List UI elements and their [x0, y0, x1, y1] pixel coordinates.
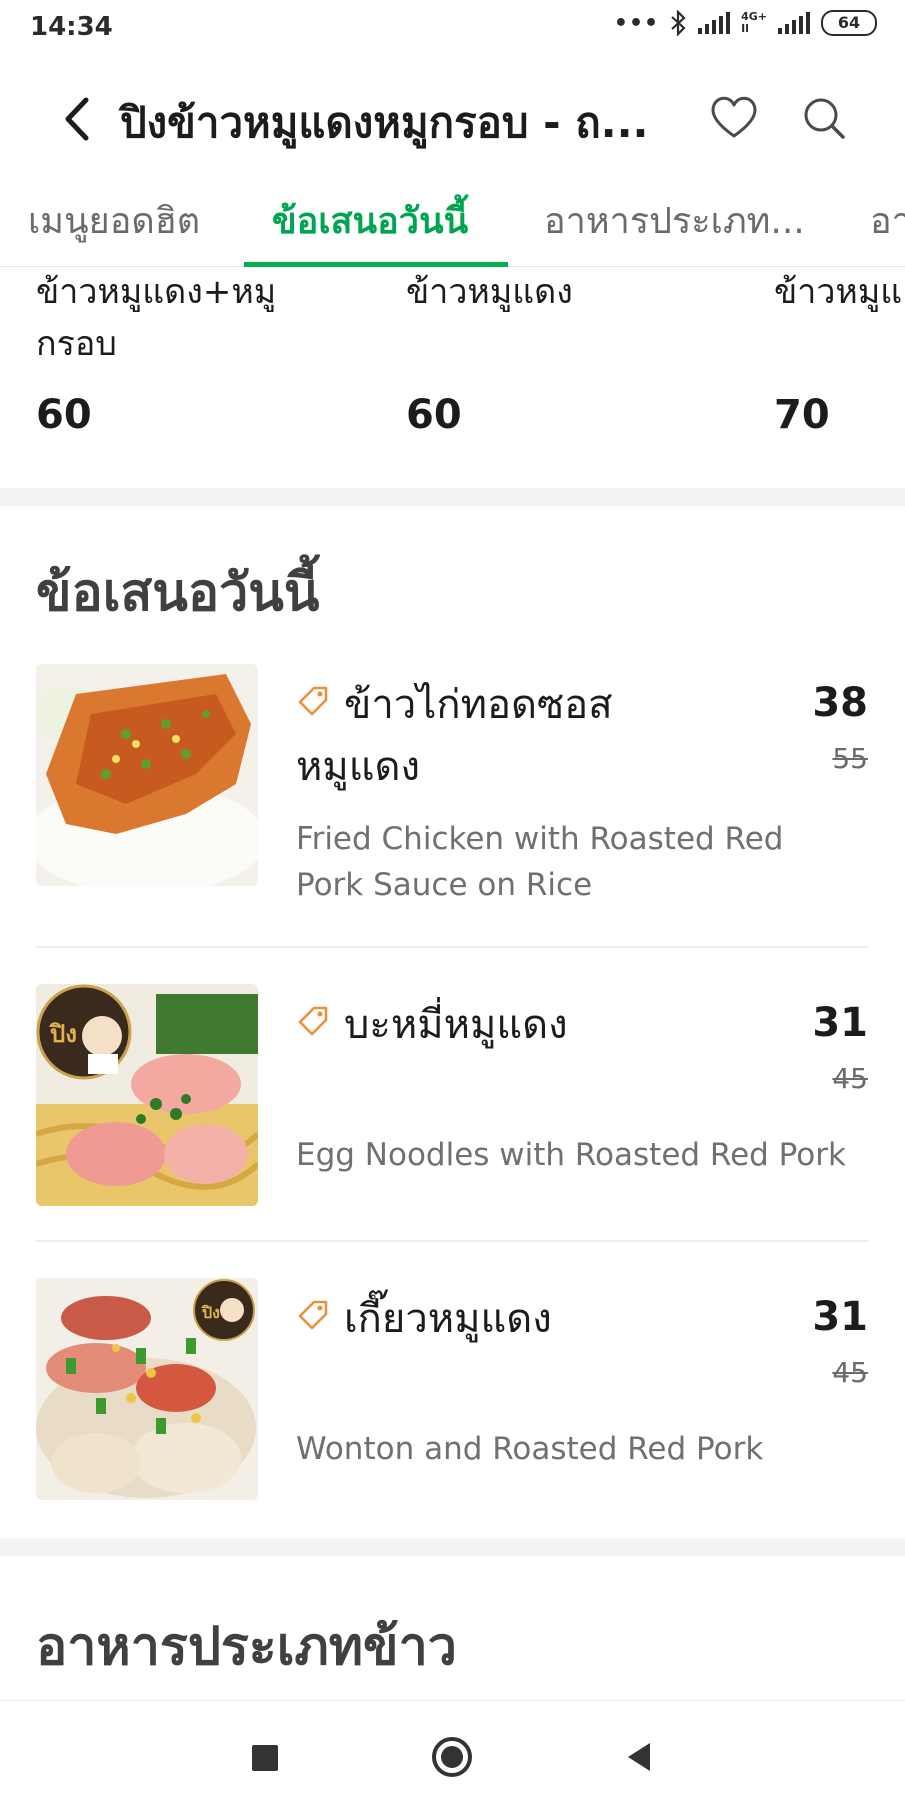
- status-bar: 14:34 ••• 4G+ Il 64: [0, 0, 905, 58]
- tab-food-category[interactable]: อาหารประเภท...: [544, 192, 805, 249]
- logo-text: ปิง: [201, 1303, 220, 1322]
- battery-icon: 64: [821, 10, 877, 36]
- deal-item-description: Egg Noodles with Roasted Red Pork: [296, 1137, 846, 1173]
- logo-text: ปิง: [49, 1020, 77, 1048]
- deal-item-name: เกี๊ยวหมูแดง: [344, 1296, 552, 1342]
- popular-item[interactable]: ข้าวหมูแดง 60: [406, 266, 706, 438]
- favorite-heart-icon[interactable]: [708, 92, 760, 142]
- deal-item-image: ปิง: [36, 1278, 258, 1500]
- bluetooth-icon: [671, 10, 686, 36]
- status-time: 14:34: [30, 12, 113, 42]
- deals-section-title: ข้อเสนอวันนี้: [36, 563, 320, 623]
- deal-item-original-price: 45: [832, 1356, 868, 1389]
- deal-item-price: 31: [812, 1000, 868, 1046]
- category-tabs: เมนูยอดฮิต ข้อเสนอวันนี้ อาหารประเภท... …: [0, 168, 905, 267]
- tab-more[interactable]: อา: [870, 192, 905, 249]
- tab-popular[interactable]: เมนูยอดฮิต: [28, 192, 200, 249]
- deal-item-image: ปิง: [36, 984, 258, 1206]
- popular-item-price: 60: [406, 392, 462, 438]
- popular-item-name: ข้าวหมูแดง+หมูกรอบ: [36, 272, 277, 364]
- app-header: ปิงข้าวหมูแดงหมูกรอบ - ถ...: [0, 68, 905, 168]
- back-arrow-icon[interactable]: [56, 92, 102, 146]
- deal-item-price: 31: [812, 1294, 868, 1340]
- signal-icon: [698, 12, 731, 34]
- popular-item[interactable]: ข้าวหมูแ 70: [774, 266, 905, 438]
- deal-item-description: Fried Chicken with Roasted Red Pork Sauc…: [296, 821, 784, 903]
- popular-items-strip: ข้าวหมูแดง+หมูกรอบ 60 ข้าวหมูแดง 60 ข้าว…: [0, 266, 905, 488]
- back-triangle-icon[interactable]: [618, 1735, 662, 1779]
- popular-item-price: 70: [774, 392, 830, 438]
- recent-apps-square-icon[interactable]: [242, 1735, 286, 1779]
- network-label: 4G+ Il: [741, 10, 767, 35]
- popular-item[interactable]: ข้าวหมูแดง+หมูกรอบ 60: [36, 266, 336, 438]
- deal-item-original-price: 55: [832, 742, 868, 775]
- rice-section-title: อาหารประเภทข้าว: [36, 1617, 457, 1677]
- status-icons: ••• 4G+ Il 64: [614, 10, 877, 36]
- deal-item-price: 38: [812, 680, 868, 726]
- deal-item-original-price: 45: [832, 1062, 868, 1095]
- deal-item[interactable]: ปิง เกี๊ยวหมูแดง 31 45 Wonton and Roaste…: [36, 1278, 868, 1518]
- deal-item-image: [36, 664, 258, 886]
- page-title: ปิงข้าวหมูแดงหมูกรอบ - ถ...: [120, 98, 649, 147]
- section-gap: [0, 1538, 905, 1556]
- tab-todays-offers[interactable]: ข้อเสนอวันนี้: [272, 192, 468, 249]
- system-nav-bar: [0, 1700, 905, 1811]
- search-icon[interactable]: [800, 94, 848, 142]
- popular-item-name: ข้าวหมูแ: [774, 272, 903, 312]
- more-dots-icon: •••: [613, 10, 660, 36]
- popular-item-price: 60: [36, 392, 92, 438]
- section-gap: [0, 488, 905, 506]
- deal-item-description: Wonton and Roasted Red Pork: [296, 1431, 764, 1467]
- deal-item[interactable]: ข้าวไก่ทอดซอสหมูแดง 38 55 Fried Chicken …: [36, 664, 868, 944]
- popular-item-name: ข้าวหมูแดง: [406, 272, 573, 312]
- deal-item[interactable]: ปิง บะหมี่หมูแดง 31 45 Egg Noodles with …: [36, 984, 868, 1224]
- signal-icon-2: [778, 12, 810, 34]
- item-divider: [36, 946, 868, 948]
- item-divider: [36, 1240, 868, 1242]
- deal-item-name: ข้าวไก่ทอดซอสหมูแดง: [296, 682, 613, 790]
- home-circle-icon[interactable]: [430, 1735, 474, 1779]
- deal-item-name: บะหมี่หมูแดง: [344, 1002, 568, 1048]
